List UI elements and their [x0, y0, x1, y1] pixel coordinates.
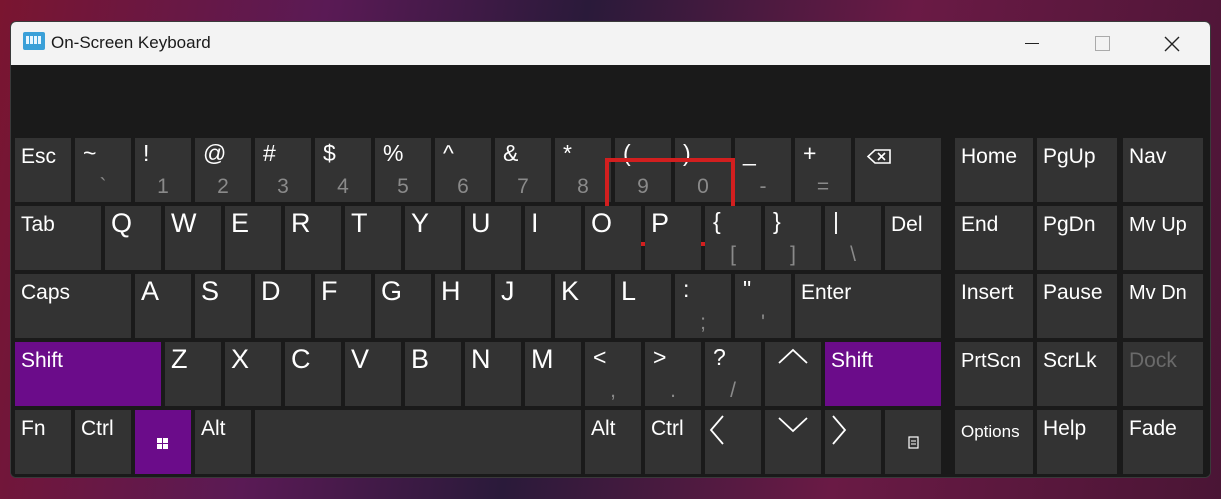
- keyboard-area: Esc ~ ` ! 1 @2 #3 $4 % 5 ^ 6 & 7 * 8 (9 ) 0 _ - …: [11, 65, 1210, 477]
- key-enter[interactable]: Enter: [795, 274, 941, 338]
- key-scrlk[interactable]: ScrLk: [1037, 342, 1117, 406]
- key-right-bracket[interactable]: }]: [765, 206, 821, 270]
- key-pgup[interactable]: PgUp: [1037, 138, 1117, 202]
- key-backspace[interactable]: [855, 138, 941, 202]
- keyboard-icon: [23, 32, 45, 50]
- key-4[interactable]: $4: [315, 138, 371, 202]
- key-mv-up[interactable]: Mv Up: [1123, 206, 1203, 270]
- key-r[interactable]: R: [285, 206, 341, 270]
- key-a[interactable]: A: [135, 274, 191, 338]
- key-f[interactable]: F: [315, 274, 371, 338]
- key-z[interactable]: Z: [165, 342, 221, 406]
- key-p[interactable]: P: [645, 206, 701, 270]
- key-5[interactable]: % 5: [375, 138, 431, 202]
- key-space[interactable]: [255, 410, 581, 474]
- backspace-icon: [866, 149, 891, 164]
- key-nav[interactable]: Nav: [1123, 138, 1203, 202]
- key-h[interactable]: H: [435, 274, 491, 338]
- key-o[interactable]: O: [585, 206, 641, 270]
- minimize-icon: [1025, 43, 1039, 44]
- key-del[interactable]: Del: [885, 206, 941, 270]
- key-home[interactable]: Home: [955, 138, 1033, 202]
- key-mv-dn[interactable]: Mv Dn: [1123, 274, 1203, 338]
- key-j[interactable]: J: [495, 274, 551, 338]
- key-pause[interactable]: Pause: [1037, 274, 1117, 338]
- maximize-button[interactable]: [1067, 22, 1137, 65]
- key-v[interactable]: V: [345, 342, 401, 406]
- key-6[interactable]: ^ 6: [435, 138, 491, 202]
- key-n[interactable]: N: [465, 342, 521, 406]
- key-left-alt[interactable]: Alt: [195, 410, 251, 474]
- key-d[interactable]: D: [255, 274, 311, 338]
- key-options[interactable]: Options: [955, 410, 1033, 474]
- key-help[interactable]: Help: [1037, 410, 1117, 474]
- key-quote[interactable]: " ': [735, 274, 791, 338]
- key-s[interactable]: S: [195, 274, 251, 338]
- close-button[interactable]: [1137, 22, 1207, 65]
- key-t[interactable]: T: [345, 206, 401, 270]
- key-q[interactable]: Q: [105, 206, 161, 270]
- chevron-down-icon: [778, 417, 808, 433]
- key-x[interactable]: X: [225, 342, 281, 406]
- chevron-up-icon: [778, 348, 808, 364]
- key-minus[interactable]: _ -: [735, 138, 791, 202]
- key-prtscn[interactable]: PrtScn: [955, 342, 1033, 406]
- key-i[interactable]: I: [525, 206, 581, 270]
- key-m[interactable]: M: [525, 342, 581, 406]
- key-semicolon[interactable]: :;: [675, 274, 731, 338]
- key-menu[interactable]: [885, 410, 941, 474]
- key-right-alt[interactable]: Alt: [585, 410, 641, 474]
- key-esc[interactable]: Esc: [15, 138, 71, 202]
- key-insert[interactable]: Insert: [955, 274, 1033, 338]
- key-arrow-up[interactable]: [765, 342, 821, 406]
- key-comma[interactable]: <,: [585, 342, 641, 406]
- key-right-shift[interactable]: Shift: [825, 342, 941, 406]
- windows-logo-icon: [157, 438, 168, 449]
- key-u[interactable]: U: [465, 206, 521, 270]
- key-arrow-right[interactable]: [825, 410, 881, 474]
- key-windows[interactable]: [135, 410, 191, 474]
- key-b[interactable]: B: [405, 342, 461, 406]
- chevron-left-icon: [709, 415, 724, 445]
- key-c[interactable]: C: [285, 342, 341, 406]
- window-title: On-Screen Keyboard: [51, 33, 211, 52]
- key-2[interactable]: @2: [195, 138, 251, 202]
- key-l[interactable]: L: [615, 274, 671, 338]
- key-fade[interactable]: Fade: [1123, 410, 1203, 474]
- key-left-bracket[interactable]: {[: [705, 206, 761, 270]
- key-backtick[interactable]: ~ `: [75, 138, 131, 202]
- key-pgdn[interactable]: PgDn: [1037, 206, 1117, 270]
- key-arrow-down[interactable]: [765, 410, 821, 474]
- key-left-ctrl[interactable]: Ctrl: [75, 410, 131, 474]
- key-y[interactable]: Y: [405, 206, 461, 270]
- on-screen-keyboard-window: On-Screen Keyboard Esc ~ ` ! 1 @2 #3 $4 % 5…: [10, 21, 1211, 478]
- key-equals[interactable]: + =: [795, 138, 851, 202]
- minimize-button[interactable]: [997, 22, 1067, 65]
- key-w[interactable]: W: [165, 206, 221, 270]
- key-dock[interactable]: Dock: [1123, 342, 1203, 406]
- key-7[interactable]: & 7: [495, 138, 551, 202]
- key-right-ctrl[interactable]: Ctrl: [645, 410, 701, 474]
- key-fn[interactable]: Fn: [15, 410, 71, 474]
- close-icon: [1164, 36, 1180, 51]
- key-1[interactable]: ! 1: [135, 138, 191, 202]
- maximize-icon: [1094, 36, 1110, 51]
- key-g[interactable]: G: [375, 274, 431, 338]
- key-caps[interactable]: Caps: [15, 274, 131, 338]
- key-8[interactable]: * 8: [555, 138, 611, 202]
- key-tab[interactable]: Tab: [15, 206, 101, 270]
- context-menu-icon: [908, 436, 919, 449]
- chevron-right-icon: [832, 415, 847, 445]
- key-slash[interactable]: ? /: [705, 342, 761, 406]
- key-e[interactable]: E: [225, 206, 281, 270]
- title-bar[interactable]: On-Screen Keyboard: [11, 22, 1210, 65]
- key-backslash[interactable]: | \: [825, 206, 881, 270]
- key-period[interactable]: >.: [645, 342, 701, 406]
- key-3[interactable]: #3: [255, 138, 311, 202]
- key-k[interactable]: K: [555, 274, 611, 338]
- key-arrow-left[interactable]: [705, 410, 761, 474]
- key-end[interactable]: End: [955, 206, 1033, 270]
- key-left-shift[interactable]: Shift: [15, 342, 161, 406]
